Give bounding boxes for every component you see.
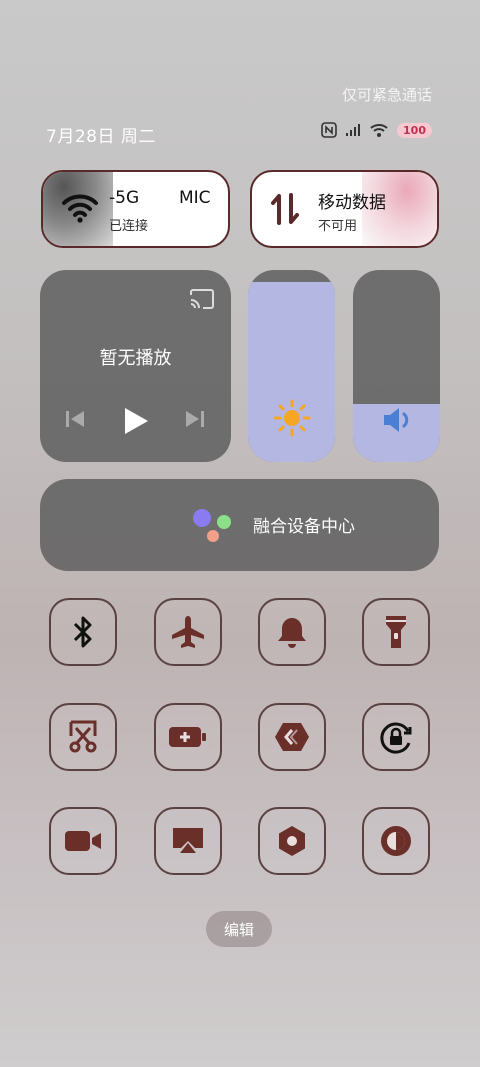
- sun-icon: [273, 399, 310, 437]
- fusion-label: 融合设备中心: [253, 517, 355, 537]
- screen-record-icon: [65, 831, 101, 851]
- screen-cast-toggle[interactable]: [154, 807, 222, 875]
- fusion-logo-icon: [193, 509, 231, 542]
- speaker-icon: [383, 408, 408, 432]
- settings-toggle[interactable]: [258, 807, 326, 875]
- battery-saver-icon: [169, 727, 206, 747]
- cast-icon[interactable]: [189, 288, 215, 310]
- wifi-icon: [62, 194, 98, 223]
- wifi-tile[interactable]: -5G MIC 已连接: [41, 170, 230, 248]
- next-track-icon[interactable]: [184, 408, 206, 430]
- airplane-mode-toggle[interactable]: [154, 598, 222, 666]
- flashlight-toggle[interactable]: [362, 598, 430, 666]
- rotation-lock-toggle[interactable]: [362, 703, 430, 771]
- media-player[interactable]: 暂无播放: [40, 270, 231, 462]
- play-icon[interactable]: [122, 406, 150, 436]
- ring-mode-toggle[interactable]: [258, 598, 326, 666]
- wifi-status: 已连接: [109, 219, 149, 234]
- previous-track-icon[interactable]: [64, 408, 86, 430]
- date-text: 7月28日 周二: [46, 127, 156, 147]
- dark-mode-toggle[interactable]: [362, 807, 430, 875]
- screenshot-toggle[interactable]: [49, 703, 117, 771]
- bluetooth-toggle[interactable]: [49, 598, 117, 666]
- nfc-icon: [321, 122, 337, 138]
- battery-saver-toggle[interactable]: [154, 703, 222, 771]
- share-toggle[interactable]: [258, 703, 326, 771]
- wifi-status-icon: [370, 124, 388, 137]
- mobile-data-status: 不可用: [318, 219, 358, 234]
- status-icons: 100: [321, 122, 432, 138]
- edit-button[interactable]: 编辑: [206, 911, 272, 947]
- screen-cast-icon: [173, 828, 203, 853]
- signal-icon: [346, 124, 361, 136]
- airplane-icon: [172, 616, 204, 648]
- bell-icon: [278, 618, 306, 648]
- wifi-network-suffix: MIC: [179, 188, 211, 208]
- share-icon: [275, 723, 309, 751]
- mobile-data-tile[interactable]: 移动数据 不可用: [250, 170, 439, 248]
- battery-badge: 100: [397, 122, 432, 138]
- media-title: 暂无播放: [99, 348, 172, 369]
- volume-slider[interactable]: [353, 270, 440, 462]
- mobile-data-label: 移动数据: [318, 193, 386, 213]
- fusion-device-center[interactable]: 融合设备中心: [40, 479, 439, 571]
- dark-mode-icon: [381, 826, 411, 856]
- brightness-slider[interactable]: [248, 270, 335, 462]
- mobile-data-icon: [271, 193, 299, 225]
- settings-icon: [279, 826, 305, 856]
- flashlight-icon: [386, 616, 406, 648]
- wifi-network-name: -5G: [109, 188, 140, 208]
- emergency-call-text: 仅可紧急通话: [341, 86, 432, 104]
- screen-record-toggle[interactable]: [49, 807, 117, 875]
- rotation-lock-icon: [380, 722, 412, 754]
- bluetooth-icon: [73, 616, 92, 648]
- screenshot-icon: [69, 720, 97, 753]
